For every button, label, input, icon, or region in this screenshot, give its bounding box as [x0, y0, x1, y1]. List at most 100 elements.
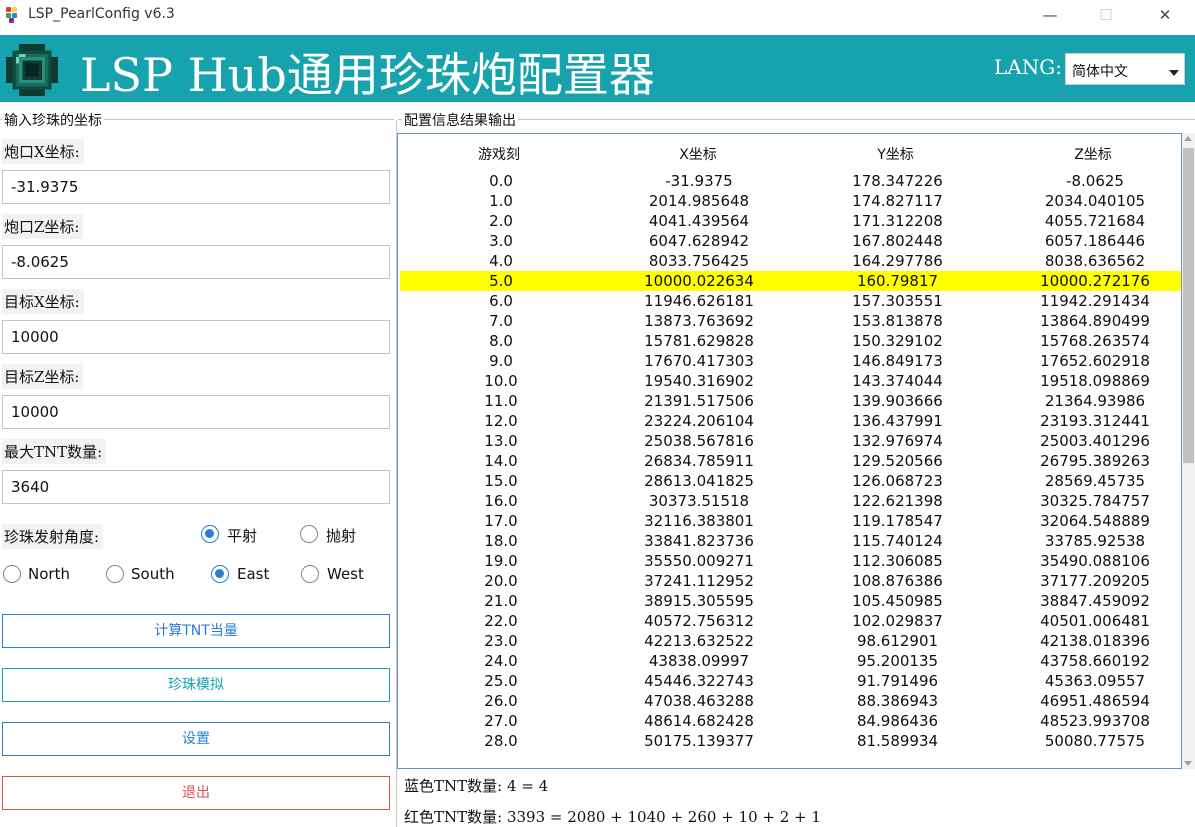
- table-cell: 112.306085: [852, 552, 943, 570]
- table-cell: 160.79817: [856, 272, 939, 290]
- radio-lob-shot[interactable]: [300, 525, 318, 543]
- radio-east[interactable]: [211, 565, 229, 583]
- angle-label: 珍珠发射角度:: [2, 524, 104, 549]
- table-cell: 28613.041825: [644, 472, 754, 490]
- table-row[interactable]: 8.0 15781.629828 150.329102 15768.263574: [400, 331, 1181, 351]
- table-row[interactable]: 12.0 23224.206104 136.437991 23193.312441: [400, 411, 1181, 431]
- table-row[interactable]: 25.0 45446.322743 91.791496 45363.09557: [400, 671, 1181, 691]
- table-cell: 2014.985648: [648, 192, 750, 210]
- table-row[interactable]: 0.0 -31.9375 178.347226 -8.0625: [400, 171, 1181, 191]
- table-row[interactable]: 28.0 50175.139377 81.589934 50080.77575: [400, 731, 1181, 751]
- table-cell: 14.0: [484, 452, 518, 470]
- close-button[interactable]: ✕: [1142, 0, 1188, 32]
- minimize-button[interactable]: —: [1027, 0, 1073, 32]
- table-cell: 47038.463288: [644, 692, 754, 710]
- table-row[interactable]: 27.0 48614.682428 84.986436 48523.993708: [400, 711, 1181, 731]
- table-cell: 43758.660192: [1040, 652, 1150, 670]
- table-cell: 108.876386: [852, 572, 943, 590]
- table-header: 游戏刻 X坐标 Y坐标 Z坐标: [398, 144, 1181, 164]
- table-cell: 15768.263574: [1040, 332, 1150, 350]
- table-row[interactable]: 10.0 19540.316902 143.374044 19518.098869: [400, 371, 1181, 391]
- table-cell: 26795.389263: [1040, 452, 1150, 470]
- table-cell: 11942.291434: [1040, 292, 1150, 310]
- radio-flat-shot-label: 平射: [227, 527, 258, 545]
- pearl-simulate-button[interactable]: 珍珠模拟: [2, 668, 390, 702]
- target-x-input[interactable]: 10000: [2, 320, 390, 354]
- results-table[interactable]: 游戏刻 X坐标 Y坐标 Z坐标 0.0 -31.9375 178.347226 -8.…: [397, 133, 1182, 769]
- table-row[interactable]: 1.0 2014.985648 174.827117 2034.040105: [400, 191, 1181, 211]
- table-cell: 37177.209205: [1040, 572, 1150, 590]
- radio-south[interactable]: [106, 565, 124, 583]
- settings-button[interactable]: 设置: [2, 722, 390, 756]
- table-cell: 11.0: [484, 392, 518, 410]
- table-row[interactable]: 7.0 13873.763692 153.813878 13864.890499: [400, 311, 1181, 331]
- table-cell: 10.0: [484, 372, 518, 390]
- table-cell: 2.0: [489, 212, 513, 230]
- table-row[interactable]: 20.0 37241.112952 108.876386 37177.209205: [400, 571, 1181, 591]
- table-row[interactable]: 9.0 17670.417303 146.849173 17652.602918: [400, 351, 1181, 371]
- calculate-tnt-button[interactable]: 计算TNT当量: [2, 614, 390, 648]
- table-cell: 4041.439564: [648, 212, 750, 230]
- column-header-x: X坐标: [679, 147, 717, 163]
- scroll-thumb[interactable]: [1183, 148, 1194, 463]
- radio-west[interactable]: [301, 565, 319, 583]
- table-row[interactable]: 21.0 38915.305595 105.450985 38847.459092: [400, 591, 1181, 611]
- scroll-down-icon[interactable]: [1184, 761, 1192, 766]
- table-row[interactable]: 6.0 11946.626181 157.303551 11942.291434: [400, 291, 1181, 311]
- table-row[interactable]: 17.0 32116.383801 119.178547 32064.548889: [400, 511, 1181, 531]
- window-titlebar: LSP_PearlConfig v6.3 — ☐ ✕: [0, 0, 1195, 32]
- radio-north[interactable]: [3, 565, 21, 583]
- table-row[interactable]: 13.0 25038.567816 132.976974 25003.401296: [400, 431, 1181, 451]
- muzzle-x-input[interactable]: -31.9375: [2, 170, 390, 204]
- table-cell: 19540.316902: [644, 372, 754, 390]
- muzzle-z-input[interactable]: -8.0625: [2, 245, 390, 279]
- maximize-button[interactable]: ☐: [1083, 0, 1129, 32]
- table-cell: 122.621398: [852, 492, 943, 510]
- radio-flat-shot[interactable]: [201, 525, 219, 543]
- target-x-label: 目标X坐标:: [2, 289, 84, 314]
- table-cell: 28.0: [484, 732, 518, 750]
- table-cell: 157.303551: [852, 292, 943, 310]
- table-cell: -8.0625: [1066, 172, 1124, 190]
- table-cell: 19518.098869: [1040, 372, 1150, 390]
- table-row[interactable]: 22.0 40572.756312 102.029837 40501.006481: [400, 611, 1181, 631]
- table-scrollbar[interactable]: [1182, 133, 1195, 769]
- exit-button[interactable]: 退出: [2, 776, 390, 810]
- target-z-input[interactable]: 10000: [2, 395, 390, 429]
- table-row[interactable]: 26.0 47038.463288 88.386943 46951.486594: [400, 691, 1181, 711]
- table-row[interactable]: 4.0 8033.756425 164.297786 8038.636562: [400, 251, 1181, 271]
- table-cell: 119.178547: [852, 512, 943, 530]
- scroll-up-icon[interactable]: [1184, 136, 1192, 141]
- table-row[interactable]: 15.0 28613.041825 126.068723 28569.45735: [400, 471, 1181, 491]
- table-row[interactable]: 23.0 42213.632522 98.612901 42138.018396: [400, 631, 1181, 651]
- table-row[interactable]: 18.0 33841.823736 115.740124 33785.92538: [400, 531, 1181, 551]
- app-icon: [6, 7, 22, 23]
- table-cell: 42213.632522: [644, 632, 754, 650]
- table-cell: 10000.022634: [644, 272, 754, 290]
- language-select[interactable]: 简体中文: [1065, 53, 1185, 85]
- table-row[interactable]: 5.0 10000.022634 160.79817 10000.272176: [400, 271, 1181, 291]
- max-tnt-input[interactable]: 3640: [2, 470, 390, 504]
- table-cell: 17652.602918: [1040, 352, 1150, 370]
- table-row[interactable]: 14.0 26834.785911 129.520566 26795.389263: [400, 451, 1181, 471]
- table-cell: 18.0: [484, 532, 518, 550]
- table-row[interactable]: 2.0 4041.439564 171.312208 4055.721684: [400, 211, 1181, 231]
- table-cell: 13864.890499: [1040, 312, 1150, 330]
- radio-west-label: West: [327, 565, 364, 583]
- table-row[interactable]: 11.0 21391.517506 139.903666 21364.93986: [400, 391, 1181, 411]
- table-cell: 38847.459092: [1040, 592, 1150, 610]
- column-header-tick: 游戏刻: [478, 147, 520, 163]
- table-cell: 9.0: [489, 352, 513, 370]
- table-cell: 126.068723: [852, 472, 943, 490]
- table-row[interactable]: 19.0 35550.009271 112.306085 35490.088106: [400, 551, 1181, 571]
- table-cell: 23193.312441: [1040, 412, 1150, 430]
- table-cell: 88.386943: [856, 692, 939, 710]
- table-cell: 30373.51518: [648, 492, 750, 510]
- lang-label: LANG:: [994, 55, 1062, 79]
- table-cell: 178.347226: [852, 172, 943, 190]
- table-row[interactable]: 24.0 43838.09997 95.200135 43758.660192: [400, 651, 1181, 671]
- table-cell: 13.0: [484, 432, 518, 450]
- table-row[interactable]: 16.0 30373.51518 122.621398 30325.784757: [400, 491, 1181, 511]
- table-cell: 28569.45735: [1044, 472, 1146, 490]
- table-row[interactable]: 3.0 6047.628942 167.802448 6057.186446: [400, 231, 1181, 251]
